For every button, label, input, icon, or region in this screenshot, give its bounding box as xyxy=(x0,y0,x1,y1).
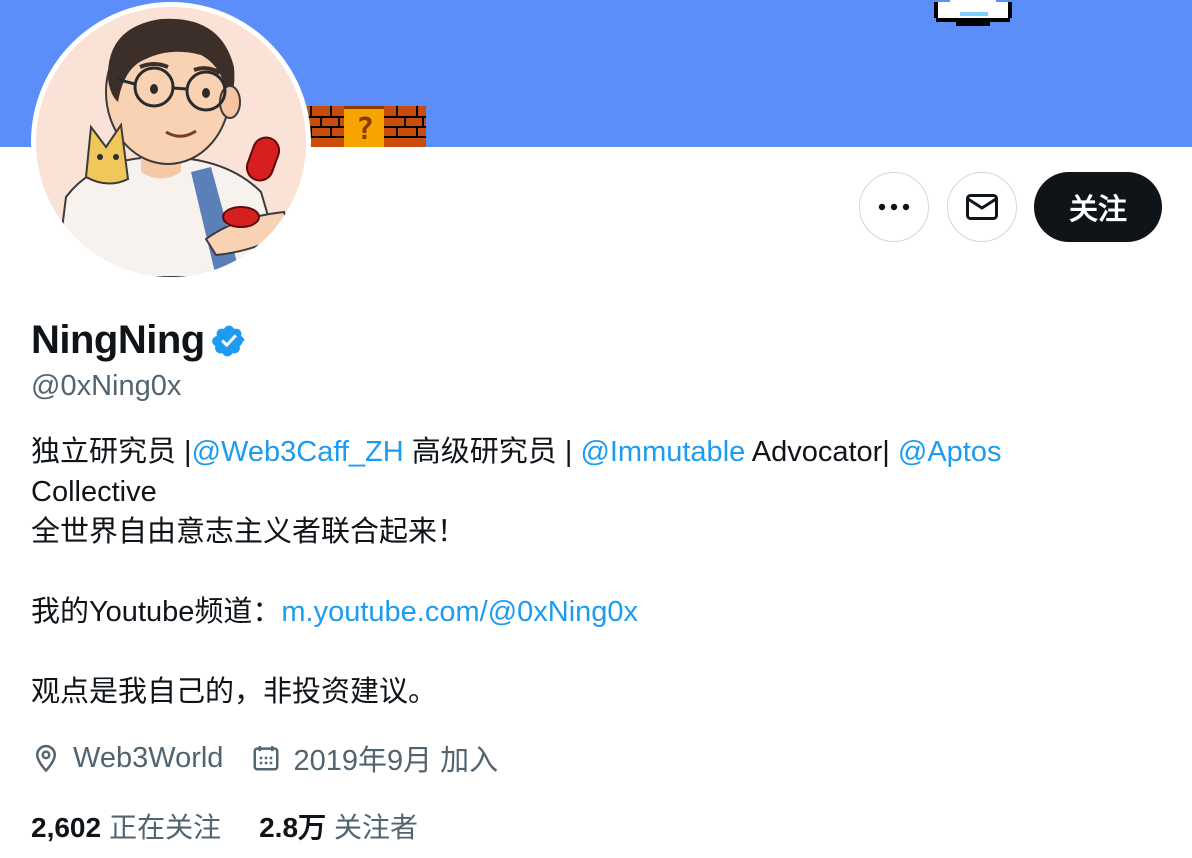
follow-button[interactable]: 关注 xyxy=(1034,172,1162,242)
mail-icon xyxy=(966,194,998,220)
following-link[interactable]: 2,602 正在关注 xyxy=(31,806,221,846)
bio-line-2: Collective xyxy=(31,476,157,508)
mention-link-immutable[interactable]: @Immutable xyxy=(580,436,745,468)
display-name-row: NingNing xyxy=(31,316,247,364)
followers-label: 关注者 xyxy=(334,812,419,843)
profile-bio: 独立研究员 |@Web3Caff_ZH 高级研究员 | @Immutable A… xyxy=(31,432,1161,712)
profile-meta: Web3World 2019年9月 加入 xyxy=(31,736,526,780)
location-pin-icon xyxy=(35,744,57,773)
mention-link-aptos[interactable]: @Aptos xyxy=(898,436,1002,468)
bio-line-3: 全世界自由意志主义者联合起来！ xyxy=(31,516,467,548)
calendar-icon xyxy=(253,746,279,771)
message-button[interactable] xyxy=(947,172,1017,242)
bio-youtube-line: 我的Youtube频道：m.youtube.com/@0xNing0x xyxy=(31,592,1161,632)
followers-count: 2.8万 xyxy=(259,812,327,843)
username-handle: @0xNing0x xyxy=(31,370,182,402)
svg-text:?: ? xyxy=(356,112,374,147)
bio-disclaimer: 观点是我自己的，非投资建议。 xyxy=(31,676,438,708)
display-name: NingNing xyxy=(31,317,205,362)
bio-spacer xyxy=(31,552,1161,592)
cloud-decoration xyxy=(934,0,1012,26)
youtube-link[interactable]: m.youtube.com/@0xNing0x xyxy=(281,596,638,628)
profile-page: ? 关注 NingNing @0xNing0x 独立研究员 |@Web3Caff… xyxy=(0,0,1192,858)
bio-text: 高级研究员 | xyxy=(403,436,581,468)
mention-link-web3caff[interactable]: @Web3Caff_ZH xyxy=(192,436,404,468)
youtube-prefix: 我的Youtube频道： xyxy=(31,596,282,628)
location: Web3World xyxy=(31,741,223,775)
following-label: 正在关注 xyxy=(109,812,222,843)
following-count: 2,602 xyxy=(31,812,102,843)
join-date: 2019年9月 加入 xyxy=(251,737,498,779)
bio-spacer xyxy=(31,632,1161,672)
join-date-text: 2019年9月 加入 xyxy=(293,745,499,777)
avatar-image xyxy=(36,7,306,277)
bio-line-1: 独立研究员 |@Web3Caff_ZH 高级研究员 | @Immutable A… xyxy=(31,432,1161,472)
location-text: Web3World xyxy=(73,741,224,774)
bio-text: Advocator| xyxy=(745,436,898,468)
more-horizontal-icon xyxy=(878,203,910,211)
verified-badge-icon[interactable] xyxy=(211,323,247,359)
more-button[interactable] xyxy=(859,172,929,242)
avatar[interactable] xyxy=(31,2,311,282)
pixel-bricks-decoration: ? xyxy=(300,106,426,147)
followers-link[interactable]: 2.8万 关注者 xyxy=(259,806,418,846)
follow-stats: 2,602 正在关注 2.8万 关注者 xyxy=(31,806,456,846)
bio-text: 独立研究员 | xyxy=(31,436,192,468)
